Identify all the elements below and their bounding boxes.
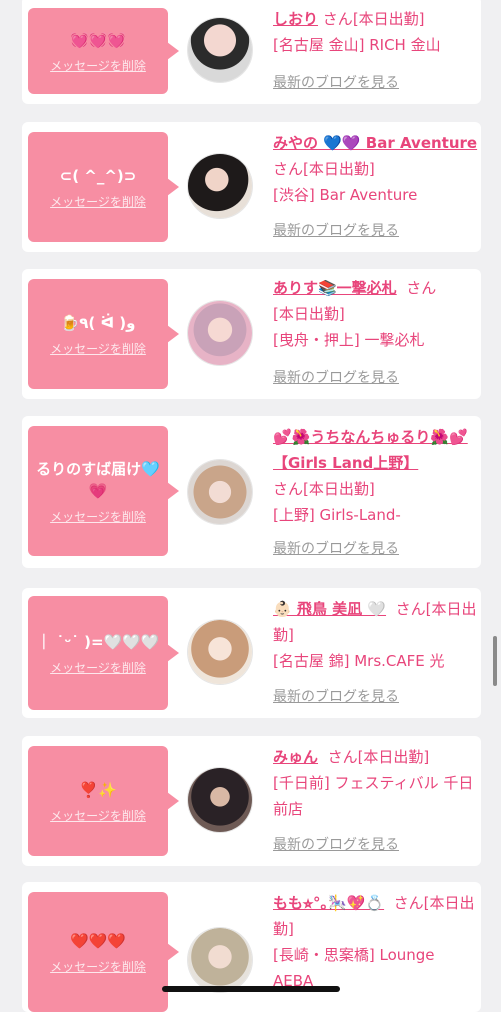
avatar[interactable] [188, 154, 252, 218]
message-text: ⊂( ^_^)⊃ [59, 166, 137, 185]
hostess-card: 💓💓💓 メッセージを削除 しおり さん[本日出勤] [名古屋 金山] RICH … [22, 0, 481, 104]
honorific: さん [393, 894, 424, 912]
scrollbar[interactable] [493, 636, 497, 686]
message-text: ❣️✨ [79, 780, 117, 799]
delete-message-link[interactable]: メッセージを削除 [50, 340, 146, 357]
avatar[interactable] [188, 928, 252, 992]
work-status: [本日出勤] [273, 305, 345, 323]
message-text: ｜ ˙ᵕ˙ )=🤍🤍🤍 [36, 632, 160, 651]
message-text: 🍺٩( ᐛ )و [60, 313, 136, 332]
shop-location: [曳舟・押上] 一撃必札 [273, 331, 425, 349]
latest-blog-link[interactable]: 最新のブログを見る [273, 538, 399, 558]
delete-message-link[interactable]: メッセージを削除 [50, 508, 146, 525]
latest-blog-link[interactable]: 最新のブログを見る [273, 220, 399, 240]
message-bubble: ❤️❤️❤️ メッセージを削除 [28, 892, 179, 1012]
hostess-name-link[interactable]: しおり [273, 10, 318, 28]
shop-location: [上野] Girls-Land- [273, 506, 401, 524]
shop-location: [長崎・思案橋] Lounge AEBA [273, 946, 435, 990]
avatar[interactable] [188, 18, 252, 82]
honorific: さん [273, 160, 304, 178]
hostess-name-link[interactable]: みゅん [273, 748, 318, 766]
profile-info: みゅん さん[本日出勤] [千日前] フェスティバル 千日前店 [273, 744, 479, 822]
profile-info: 👶🏻 飛鳥 美凪 🤍 さん[本日出勤] [名古屋 錦] Mrs.CAFE 光 [273, 596, 479, 674]
delete-message-link[interactable]: メッセージを削除 [50, 958, 146, 975]
hostess-name-link[interactable]: もも⭐︎°｡🎠💖💍 [273, 894, 384, 912]
hostess-card: るりのすば届け🩵💗 メッセージを削除 💕🌺うちなんちゅるり🌺💕【Girls La… [22, 416, 481, 568]
profile-info: みやの 💙💜 Bar Aventure さん[本日出勤] [渋谷] Bar Av… [273, 130, 479, 208]
honorific: さん [406, 279, 437, 297]
avatar[interactable] [188, 620, 252, 684]
work-status: [本日出勤] [303, 480, 375, 498]
hostess-card: ｜ ˙ᵕ˙ )=🤍🤍🤍 メッセージを削除 👶🏻 飛鳥 美凪 🤍 さん[本日出勤]… [22, 588, 481, 718]
profile-info: もも⭐︎°｡🎠💖💍 さん[本日出勤] [長崎・思案橋] Lounge AEBA [273, 890, 479, 994]
message-text: 💓💓💓 [69, 30, 127, 49]
message-bubble: ⊂( ^_^)⊃ メッセージを削除 [28, 132, 179, 242]
hostess-name-link[interactable]: ありす📚一撃必札 [273, 279, 397, 297]
honorific: さん [273, 480, 304, 498]
shop-location: [渋谷] Bar Aventure [273, 186, 418, 204]
honorific: さん [327, 748, 358, 766]
hostess-name-link[interactable]: みやの 💙💜 Bar Aventure [273, 134, 477, 152]
message-bubble: るりのすば届け🩵💗 メッセージを削除 [28, 426, 179, 556]
message-bubble: ｜ ˙ᵕ˙ )=🤍🤍🤍 メッセージを削除 [28, 596, 179, 710]
latest-blog-link[interactable]: 最新のブログを見る [273, 686, 399, 706]
profile-info: しおり さん[本日出勤] [名古屋 金山] RICH 金山 [273, 6, 479, 58]
message-text: るりのすば届け🩵💗 [36, 459, 160, 500]
home-indicator[interactable] [162, 986, 340, 992]
latest-blog-link[interactable]: 最新のブログを見る [273, 72, 399, 92]
shop-location: [名古屋 錦] Mrs.CAFE 光 [273, 652, 445, 670]
shop-location: [千日前] フェスティバル 千日前店 [273, 774, 474, 818]
shop-location: [名古屋 金山] RICH 金山 [273, 36, 441, 54]
avatar[interactable] [188, 460, 252, 524]
message-bubble: ❣️✨ メッセージを削除 [28, 746, 179, 856]
hostess-name-link[interactable]: 💕🌺うちなんちゅるり🌺💕【Girls Land上野】 [273, 428, 468, 472]
delete-message-link[interactable]: メッセージを削除 [50, 57, 146, 74]
profile-info: ありす📚一撃必札 さん [本日出勤] [曳舟・押上] 一撃必札 [273, 275, 479, 353]
hostess-card: ❣️✨ メッセージを削除 みゅん さん[本日出勤] [千日前] フェスティバル … [22, 736, 481, 866]
message-bubble: 💓💓💓 メッセージを削除 [28, 8, 179, 94]
latest-blog-link[interactable]: 最新のブログを見る [273, 367, 399, 387]
hostess-card: ⊂( ^_^)⊃ メッセージを削除 みやの 💙💜 Bar Aventure さん… [22, 122, 481, 252]
work-status: [本日出勤] [357, 748, 430, 766]
profile-info: 💕🌺うちなんちゅるり🌺💕【Girls Land上野】 さん[本日出勤] [上野]… [273, 424, 479, 528]
work-status: [本日出勤] [352, 10, 425, 28]
avatar[interactable] [188, 768, 252, 832]
message-bubble: 🍺٩( ᐛ )و メッセージを削除 [28, 279, 179, 389]
work-status: [本日出勤] [303, 160, 375, 178]
honorific: さん [322, 10, 353, 28]
message-text: ❤️❤️❤️ [69, 931, 127, 950]
avatar[interactable] [188, 301, 252, 365]
delete-message-link[interactable]: メッセージを削除 [50, 193, 146, 210]
delete-message-link[interactable]: メッセージを削除 [50, 659, 146, 676]
honorific: さん [395, 600, 426, 618]
latest-blog-link[interactable]: 最新のブログを見る [273, 834, 399, 854]
hostess-card: ❤️❤️❤️ メッセージを削除 もも⭐︎°｡🎠💖💍 さん[本日出勤] [長崎・思… [22, 882, 481, 1012]
hostess-card: 🍺٩( ᐛ )و メッセージを削除 ありす📚一撃必札 さん [本日出勤] [曳舟… [22, 269, 481, 399]
delete-message-link[interactable]: メッセージを削除 [50, 807, 146, 824]
hostess-name-link[interactable]: 👶🏻 飛鳥 美凪 🤍 [273, 600, 386, 618]
